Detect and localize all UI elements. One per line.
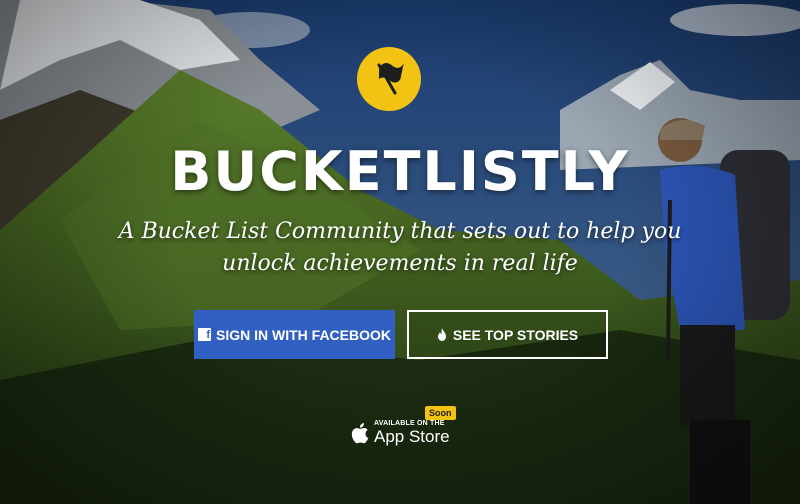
hero-section: BUCKETLISTLY A Bucket List Community tha…: [0, 0, 800, 504]
tagline: A Bucket List Community that sets out to…: [118, 219, 682, 276]
fire-icon: [437, 328, 447, 341]
facebook-icon: f: [198, 328, 211, 341]
see-top-stories-label: SEE TOP STORIES: [452, 326, 579, 343]
app-store-badge[interactable]: AVAILABLE ON THE App Store: [349, 420, 450, 445]
see-top-stories-button[interactable]: SEE TOP STORIES: [407, 310, 608, 359]
sign-in-facebook-label: SIGN IN WITH FACEBOOK: [216, 326, 391, 343]
app-store-line2: App Store: [374, 427, 450, 446]
flag-logo: [357, 47, 421, 111]
flag-icon: [369, 57, 409, 102]
app-store-line1: AVAILABLE ON THE: [374, 420, 445, 427]
brand-title: BUCKETLISTLY: [170, 140, 630, 203]
apple-icon: [349, 421, 369, 445]
soon-badge: Soon: [425, 406, 456, 420]
sign-in-facebook-button[interactable]: f SIGN IN WITH FACEBOOK: [194, 310, 395, 359]
